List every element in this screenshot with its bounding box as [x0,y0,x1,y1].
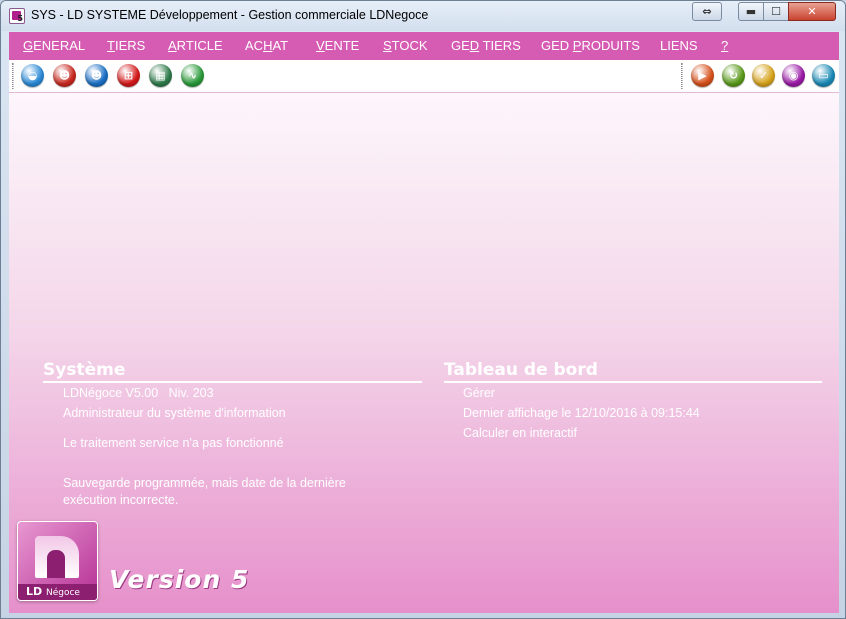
logo-n-mark [35,536,79,578]
toolbar: ◒ ☻ ☻ ⊞ ▦ ∿ ▶ ↻ ✓ ◉ ▭ [9,60,839,93]
resize-button[interactable]: ⇔ [692,2,722,21]
maximize-button[interactable]: ☐ [763,2,789,21]
calculator-icon[interactable]: ▦ [149,64,172,87]
menu-ged-produits[interactable]: GED PRODUITS [541,38,640,53]
calculer-link[interactable]: Calculer en interactif [463,426,577,440]
play-icon[interactable]: ▶ [691,64,714,87]
user-blue-icon[interactable]: ☻ [85,64,108,87]
app-window: 5 SYS - LD SYSTEME Développement - Gesti… [0,0,846,619]
menu-help[interactable]: ? [721,38,728,53]
version-label: Version 5 [109,565,250,594]
user-red-icon[interactable]: ☻ [53,64,76,87]
systeme-version: LDNégoce V5.00 Niv. 203 [63,386,214,400]
menu-stock[interactable]: STOCK [383,38,428,53]
window-title: SYS - LD SYSTEME Développement - Gestion… [31,8,429,22]
check-icon[interactable]: ✓ [752,64,775,87]
menu-general[interactable]: GENERAL [23,38,85,53]
camera-icon[interactable]: ◉ [782,64,805,87]
systeme-title: Système [43,360,126,380]
cart-icon[interactable]: ⊞ [117,64,140,87]
remote-desktop-icon[interactable]: ▭ [812,64,835,87]
menu-ged-tiers[interactable]: GED TIERS [451,38,521,53]
toolbar-grip-right[interactable] [681,63,683,89]
menu-bar: GENERAL TIERS ARTICLE ACHAT VENTE STOCK … [9,32,839,60]
admin-link[interactable]: Administrateur du système d'information [63,406,286,420]
menu-article[interactable]: ARTICLE [168,38,223,53]
menu-vente[interactable]: VENTE [316,38,359,53]
backup-status-link-line2[interactable]: exécution incorrecte. [63,493,178,507]
service-status-link[interactable]: Le traitement service n'a pas fonctionné [63,436,284,450]
tableau-title: Tableau de bord [444,360,598,380]
menu-achat[interactable]: ACHAT [245,38,288,53]
main-content: Système LDNégoce V5.00 Niv. 203 Administ… [9,93,839,613]
toolbar-grip[interactable] [12,63,14,89]
stethoscope-icon[interactable]: ∿ [181,64,204,87]
systeme-divider [43,381,422,383]
ldnegoce-logo: LD Négoce [17,521,98,601]
close-button[interactable]: ✕ [788,2,836,21]
app-icon[interactable]: 5 [9,8,25,24]
last-display-text: Dernier affichage le 12/10/2016 à 09:15:… [463,406,700,420]
tableau-divider [444,381,822,383]
minimize-button[interactable]: ▬ [738,2,764,21]
menu-liens[interactable]: LIENS [660,38,698,53]
basket-icon[interactable]: ◒ [21,64,44,87]
menu-tiers[interactable]: TIERS [107,38,145,53]
logo-text: LD Négoce [26,585,80,598]
title-bar[interactable]: 5 SYS - LD SYSTEME Développement - Gesti… [1,1,845,31]
backup-status-link-line1[interactable]: Sauvegarde programmée, mais date de la d… [63,476,346,490]
gerer-link[interactable]: Gérer [463,386,495,400]
refresh-icon[interactable]: ↻ [722,64,745,87]
